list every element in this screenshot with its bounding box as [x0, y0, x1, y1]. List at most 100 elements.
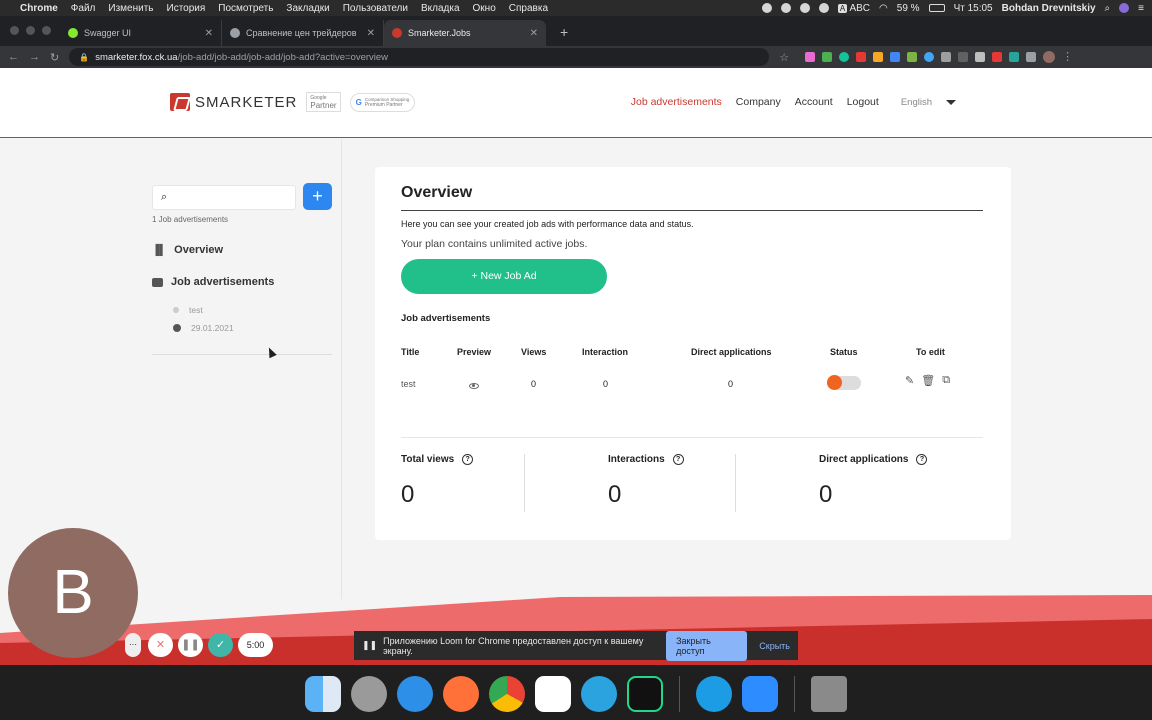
- chrome-icon[interactable]: [489, 676, 525, 712]
- copy-icon[interactable]: ⧉: [942, 374, 950, 387]
- extension-icon[interactable]: [805, 52, 816, 62]
- nav-account[interactable]: Account: [795, 96, 833, 108]
- job-search-input[interactable]: [173, 192, 284, 203]
- sidebar-item-job-advertisements[interactable]: Job advertisements: [152, 276, 274, 288]
- screen-share-notice: ❚❚ Приложению Loom for Chrome предоставл…: [354, 630, 798, 661]
- help-icon[interactable]: ?: [672, 454, 684, 465]
- menubar-clock[interactable]: Чт 15:05: [954, 3, 993, 14]
- profile-avatar[interactable]: [1043, 51, 1056, 63]
- close-icon: ✕: [155, 639, 166, 651]
- finder-icon[interactable]: [305, 676, 341, 712]
- extension-icon[interactable]: [822, 52, 833, 62]
- row-title[interactable]: test: [401, 379, 416, 389]
- sidebar-item-overview[interactable]: ▐▌ Overview: [152, 244, 223, 256]
- trash-icon[interactable]: [811, 676, 847, 712]
- grammarly-icon[interactable]: [839, 52, 850, 62]
- help-icon[interactable]: ?: [916, 454, 928, 465]
- overview-description: Here you can see your created job ads wi…: [401, 219, 694, 229]
- menu-users[interactable]: Пользователи: [343, 3, 408, 14]
- firefox-icon[interactable]: [443, 676, 479, 712]
- stop-sharing-button[interactable]: Закрыть доступ: [666, 630, 748, 661]
- address-bar[interactable]: 🔒 smarketer.fox.ck.ua/job-add/job-add/jo…: [69, 48, 770, 66]
- tab-swagger[interactable]: Swagger UI ✕: [60, 20, 222, 46]
- extension-icon[interactable]: [924, 52, 935, 62]
- menu-view[interactable]: Посмотреть: [218, 3, 273, 14]
- extension-icon[interactable]: [1009, 52, 1020, 62]
- extension-icon[interactable]: [992, 52, 1003, 62]
- tab-smarketer-jobs[interactable]: Smarketer.Jobs ✕: [384, 20, 546, 46]
- menu-tab[interactable]: Вкладка: [421, 3, 460, 14]
- extension-icon[interactable]: [941, 52, 952, 62]
- close-window-button[interactable]: [10, 26, 19, 35]
- nav-job-advertisements[interactable]: Job advertisements: [631, 96, 722, 108]
- input-language[interactable]: A ABC: [837, 3, 870, 14]
- close-tab-icon[interactable]: ✕: [367, 28, 375, 39]
- menubar-user[interactable]: Bohdan Drevnitskiy: [1002, 3, 1096, 14]
- adblock-icon[interactable]: [856, 52, 867, 62]
- zoom-window-button[interactable]: [42, 26, 51, 35]
- hide-notice-button[interactable]: Скрыть: [759, 641, 790, 651]
- nav-company[interactable]: Company: [736, 96, 781, 108]
- status-icon[interactable]: [761, 3, 772, 13]
- status-icon[interactable]: [799, 3, 810, 13]
- reload-icon[interactable]: ↻: [50, 51, 59, 64]
- battery-percent[interactable]: 59 %: [897, 3, 920, 14]
- telegram-icon[interactable]: [581, 676, 617, 712]
- lock-icon[interactable]: 🔒: [79, 53, 89, 62]
- status-icon[interactable]: [818, 3, 829, 13]
- close-tab-icon[interactable]: ✕: [205, 28, 213, 39]
- help-icon[interactable]: ?: [462, 454, 474, 465]
- telegram-status-icon[interactable]: [780, 3, 791, 13]
- new-tab-button[interactable]: +: [560, 24, 568, 40]
- extension-icon[interactable]: [873, 52, 884, 62]
- menu-history[interactable]: История: [167, 3, 206, 14]
- edit-icon[interactable]: ✎: [905, 374, 914, 387]
- trash-icon[interactable]: 🗑: [921, 374, 935, 387]
- pycharm-icon[interactable]: [627, 676, 663, 712]
- close-tab-icon[interactable]: ✕: [530, 28, 538, 39]
- menu-bookmarks[interactable]: Закладки: [286, 3, 329, 14]
- add-job-button[interactable]: +: [303, 183, 332, 210]
- bookmark-star-icon[interactable]: ☆: [779, 51, 789, 64]
- status-toggle[interactable]: [827, 375, 861, 390]
- menu-help[interactable]: Справка: [509, 3, 548, 14]
- stats-divider: [401, 437, 983, 438]
- tab-price-comparison[interactable]: Сравнение цен трейдеров ✕: [222, 20, 384, 46]
- extension-icon[interactable]: [975, 52, 986, 62]
- skype-icon[interactable]: [696, 676, 732, 712]
- slack-icon[interactable]: [535, 676, 571, 712]
- more-menu-icon[interactable]: ⋮: [1062, 52, 1073, 63]
- safari-icon[interactable]: [397, 676, 433, 712]
- translate-icon[interactable]: [890, 52, 901, 62]
- extension-icon[interactable]: [907, 52, 918, 62]
- menu-app-name[interactable]: Chrome: [20, 3, 58, 14]
- siri-icon[interactable]: [1119, 3, 1130, 13]
- new-job-ad-button[interactable]: + New Job Ad: [401, 259, 607, 294]
- job-search-box[interactable]: ⌕: [152, 185, 296, 210]
- sidebar-job-test[interactable]: test: [173, 305, 203, 315]
- launchpad-icon[interactable]: [351, 676, 387, 712]
- language-select[interactable]: English: [901, 97, 932, 108]
- puzzle-extensions-icon[interactable]: [1026, 52, 1037, 62]
- forward-arrow-icon[interactable]: →: [29, 51, 40, 63]
- loom-finish-button[interactable]: ✓: [208, 633, 233, 657]
- preview-eye-icon[interactable]: [469, 381, 479, 391]
- nav-logout[interactable]: Logout: [847, 96, 879, 108]
- menu-window[interactable]: Окно: [473, 3, 496, 14]
- loom-pause-button[interactable]: ❚❚: [178, 633, 203, 657]
- loom-cancel-button[interactable]: ✕: [148, 633, 173, 657]
- minimize-window-button[interactable]: [26, 26, 35, 35]
- menu-file[interactable]: Файл: [71, 3, 96, 14]
- plus-icon: +: [312, 186, 323, 206]
- wifi-icon[interactable]: ◠: [879, 3, 888, 14]
- extension-icon[interactable]: [958, 52, 969, 62]
- control-center-icon[interactable]: ≡: [1138, 3, 1144, 14]
- chevron-down-icon[interactable]: [946, 99, 956, 105]
- menu-edit[interactable]: Изменить: [108, 3, 153, 14]
- back-arrow-icon[interactable]: ←: [8, 51, 19, 63]
- spotlight-icon[interactable]: ⌕: [1105, 3, 1111, 14]
- loom-camera-bubble[interactable]: B: [8, 528, 138, 658]
- zoom-icon[interactable]: [742, 676, 778, 712]
- smarketer-logo[interactable]: SMARKETER Google Partner G Comparison Sh…: [170, 92, 416, 112]
- loom-more-button[interactable]: ···: [125, 633, 141, 657]
